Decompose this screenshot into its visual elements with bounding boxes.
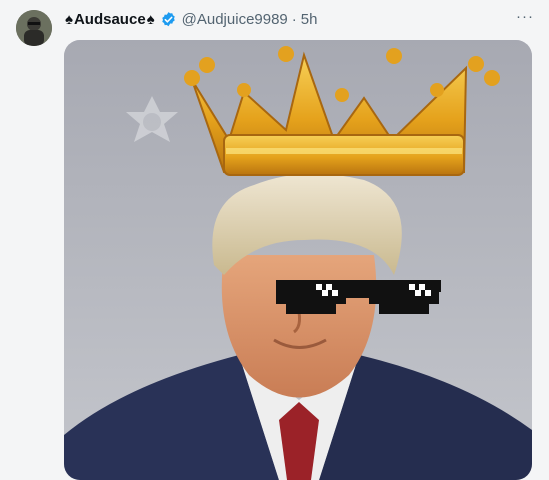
timestamp[interactable]: 5h	[301, 11, 318, 28]
separator-dot: ·	[291, 10, 297, 28]
spade-suffix-icon: ♠	[146, 10, 155, 28]
verified-badge-icon	[161, 11, 175, 26]
more-options-icon[interactable]: ···	[513, 8, 537, 28]
user-handle[interactable]: @Audjuice9989	[182, 11, 288, 28]
spade-prefix-icon: ♠	[65, 10, 73, 28]
media-illustration	[64, 40, 532, 480]
avatar-image	[16, 10, 52, 46]
post-header: ♠ Audsauce ♠ @Audjuice9989 · 5h	[64, 9, 533, 29]
display-name[interactable]: Audsauce	[74, 11, 146, 28]
post-media-image[interactable]	[64, 40, 532, 480]
avatar[interactable]	[16, 10, 52, 46]
